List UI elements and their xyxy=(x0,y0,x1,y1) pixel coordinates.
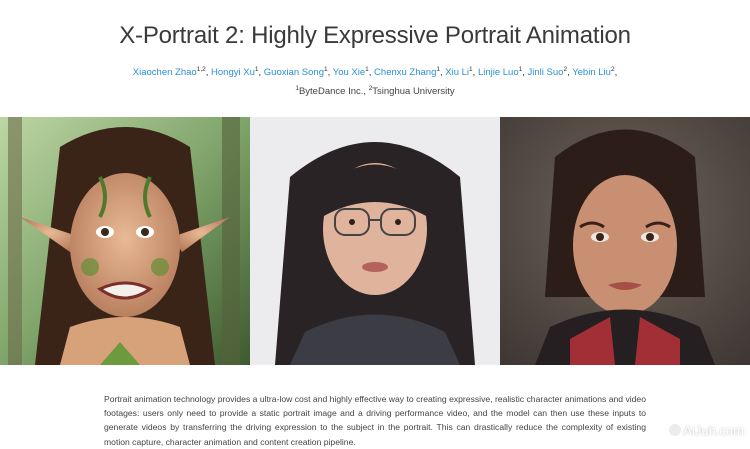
watermark-logo-icon xyxy=(669,424,682,436)
author-link[interactable]: Guoxian Song xyxy=(264,67,324,78)
author-link[interactable]: Jinli Suo xyxy=(528,67,564,78)
driving-video-portrait-image xyxy=(250,117,500,365)
author-separator: , xyxy=(614,67,618,79)
affiliations-line: 1ByteDance Inc., 2Tsinghua University xyxy=(0,81,750,100)
author-link[interactable]: Hongyi Xu xyxy=(211,67,255,78)
watermark: AiJuh.com xyxy=(669,423,744,438)
author-link[interactable]: Xiu Li xyxy=(445,67,469,78)
page-title: X-Portrait 2: Highly Expressive Portrait… xyxy=(119,22,631,49)
author-list: Xiaochen Zhao1,2, Hongyi Xu1, Guoxian So… xyxy=(0,62,750,100)
painted-portrait-image xyxy=(500,117,750,365)
affiliation-name: ByteDance Inc. xyxy=(298,86,364,98)
author-link[interactable]: Chenxu Zhang xyxy=(374,67,436,78)
author-link[interactable]: Xiaochen Zhao xyxy=(133,67,197,78)
elf-portrait-image xyxy=(0,117,250,365)
affiliation-name: Tsinghua University xyxy=(372,86,455,98)
watermark-text: AiJuh.com xyxy=(683,423,744,438)
abstract-text: Portrait animation technology provides a… xyxy=(104,394,646,447)
author-affiliation-marker: 1,2 xyxy=(196,66,206,73)
portrait-strip xyxy=(0,117,750,365)
authors-line: Xiaochen Zhao1,2, Hongyi Xu1, Guoxian So… xyxy=(0,62,750,81)
author-link[interactable]: Linjie Luo xyxy=(478,67,519,78)
author-link[interactable]: Yebin Liu xyxy=(572,67,611,78)
author-link[interactable]: You Xie xyxy=(333,67,365,78)
